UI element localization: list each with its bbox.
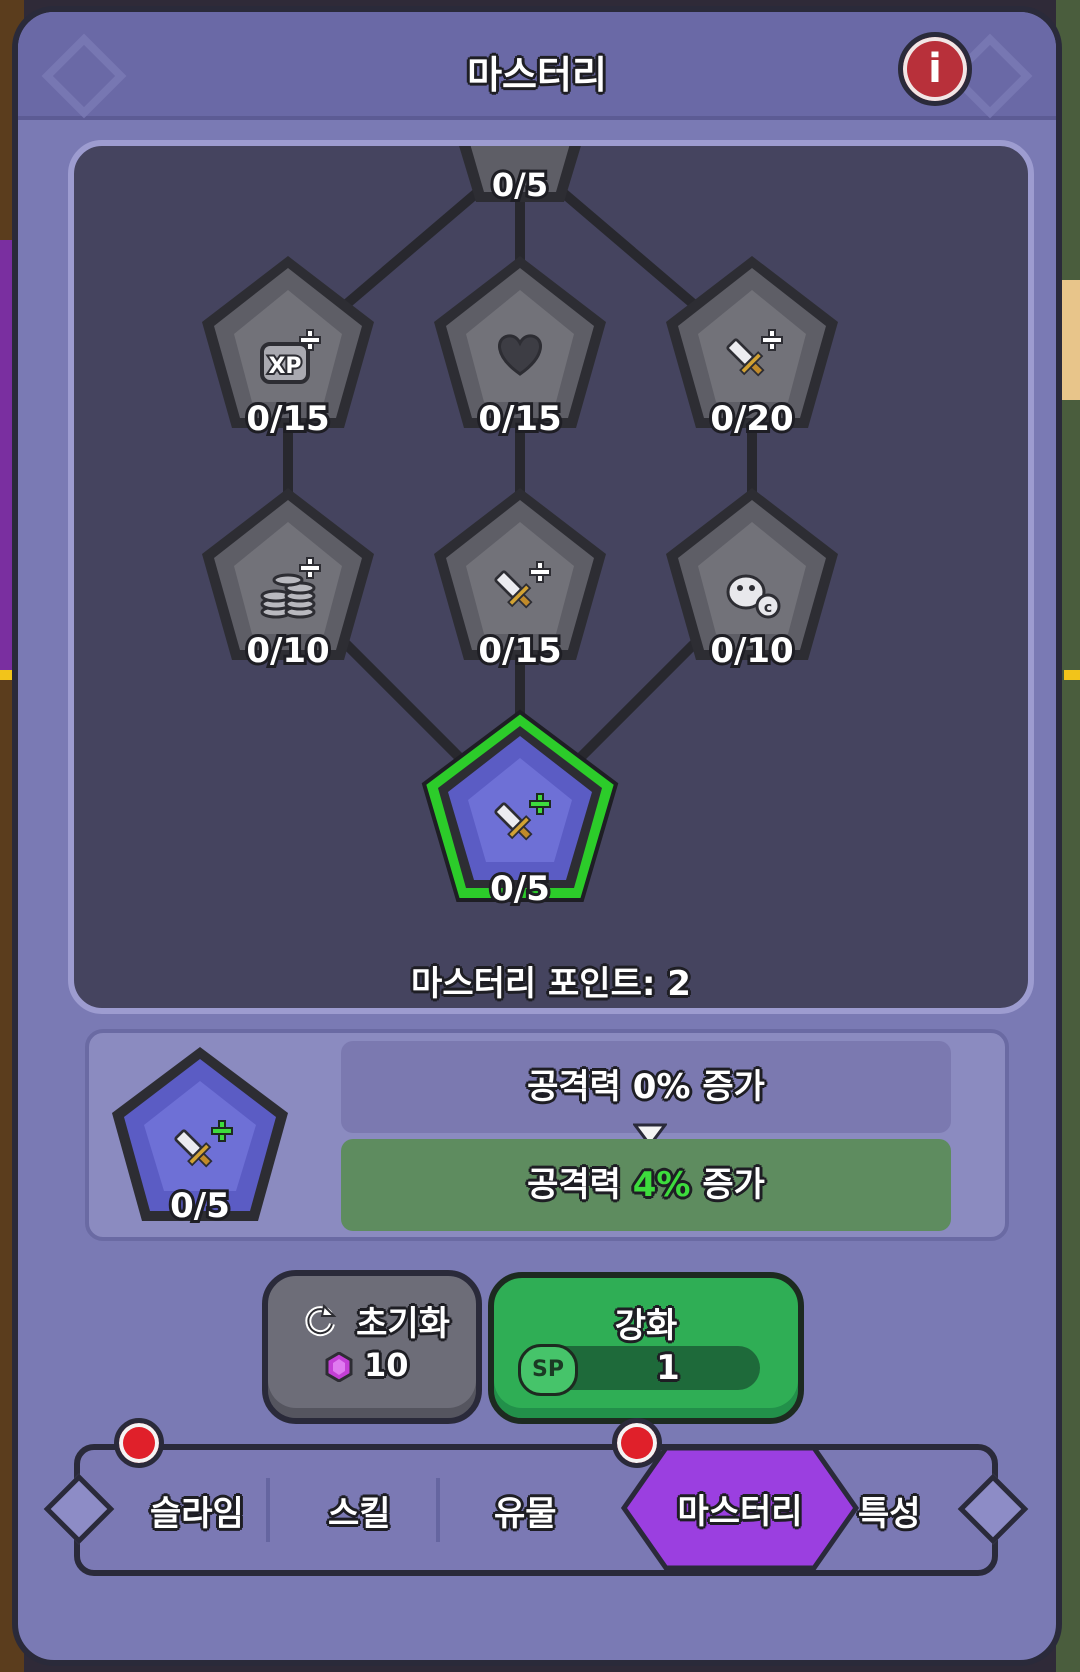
current-effect: 공격력 0% 증가 [341,1041,951,1133]
mastery-node-xp[interactable]: XP 0/15 [202,256,374,442]
tab-bar-right-ornament [957,1473,1029,1545]
node-xp-level: 0/15 [246,399,329,439]
tab-relic[interactable]: 유물 [494,1486,557,1535]
tab-mastery-notification-badge [612,1418,662,1468]
mastery-node-sword-a[interactable]: 0/20 [666,256,838,442]
tab-divider [436,1478,440,1542]
tab-slime[interactable]: 슬라임 [150,1486,244,1535]
node-top-level: 0/5 [492,166,548,204]
next-effect: 공격력 4% 증가 [341,1139,951,1231]
reset-cost: 10 [364,1346,409,1384]
upgrade-label: 강화 [614,1306,678,1346]
tab-skill[interactable]: 스킬 [328,1486,391,1535]
mastery-node-coins[interactable]: 0/10 [202,488,374,674]
mastery-tree: 0/5 XP 0/15 0/15 0/20 0/10 0/15 c 0/10 0… [68,140,1034,1014]
mastery-points: 마스터리 포인트: 2 [411,964,691,1004]
upgrade-cost-bar: SP 1 [518,1344,760,1396]
upgrade-button[interactable]: 강화 SP 1 [488,1272,804,1424]
mastery-node-sword-b[interactable]: 0/15 [434,488,606,674]
current-effect-value: 0% [632,1067,691,1107]
sp-icon: SP [518,1344,578,1396]
node-heart-level: 0/15 [478,399,561,439]
node-slime-level: 0/10 [710,631,793,671]
upgrade-cost: 1 [656,1348,680,1388]
node-coins-level: 0/10 [246,631,329,671]
tab-divider [266,1478,270,1542]
panel-header: 마스터리 i [18,12,1056,120]
mastery-panel: 마스터리 i 0/5 XP 0/15 0/15 0/20 0/10 0/15 c… [12,6,1062,1666]
tab-trait[interactable]: 특성 [858,1486,921,1535]
reset-label: 초기화 [356,1304,450,1344]
tab-bar-left-ornament [43,1473,115,1545]
gem-icon [325,1352,353,1382]
mastery-node-selected[interactable]: 0/5 [421,709,619,912]
info-icon[interactable]: i [898,32,972,106]
node-sword-b-level: 0/15 [478,631,561,671]
mastery-node-heart[interactable]: 0/15 [434,256,606,442]
bottom-tab-bar: 슬라임 스킬 유물 마스터리 특성 [43,1418,1029,1576]
tab-mastery-label: 마스터리 [677,1492,803,1532]
mastery-node-slime[interactable]: c 0/10 [666,488,838,674]
detail-node-icon: 0/5 [112,1047,288,1229]
reset-button[interactable]: 초기화 10 [262,1270,482,1424]
svg-text:XP: XP [268,354,301,379]
tab-mastery[interactable]: 마스터리 [620,1446,860,1570]
detail-node-level: 0/5 [170,1186,230,1226]
node-detail: 0/5 공격력 0% 증가 공격력 4% 증가 [85,1029,1009,1241]
next-effect-value: 4% [632,1165,691,1205]
node-sword-a-level: 0/20 [710,399,793,439]
tab-slime-notification-badge [114,1418,164,1468]
svg-text:c: c [764,600,772,616]
node-selected-level: 0/5 [490,869,550,909]
